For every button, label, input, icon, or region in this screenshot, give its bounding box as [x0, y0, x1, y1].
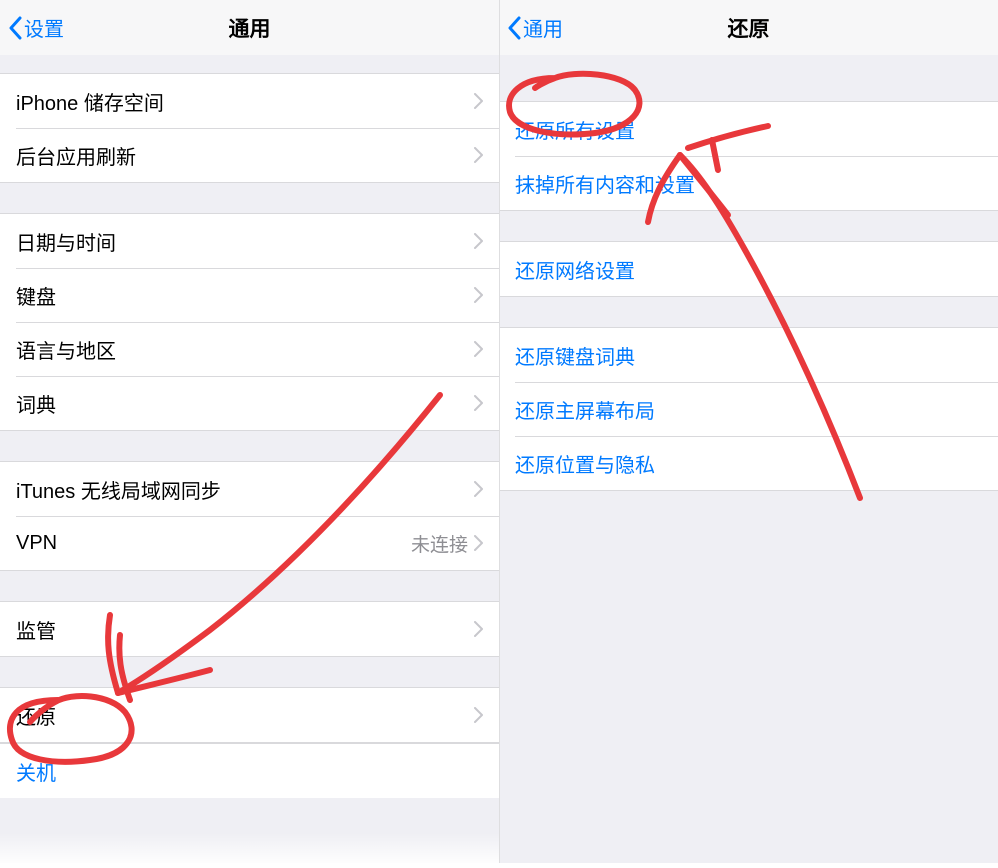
row-language-region[interactable]: 语言与地区: [0, 322, 499, 376]
row-reset-network[interactable]: 还原网络设置: [499, 242, 998, 296]
settings-group: 还原键盘词典 还原主屏幕布局 还原位置与隐私: [499, 327, 998, 491]
row-label: 键盘: [16, 281, 474, 310]
chevron-left-icon: [8, 16, 22, 40]
navbar: 设置 通用: [0, 0, 499, 55]
chevron-right-icon: [474, 707, 483, 723]
row-vpn[interactable]: VPN 未连接: [0, 516, 499, 570]
row-label: 词典: [16, 389, 474, 418]
reset-settings-screen: 通用 还原 还原所有设置 抹掉所有内容和设置 还原网络设置 还原键盘词典: [499, 0, 998, 863]
row-label: iTunes 无线局域网同步: [16, 475, 474, 504]
back-button[interactable]: 设置: [0, 13, 64, 42]
chevron-right-icon: [474, 535, 483, 551]
settings-group: iPhone 储存空间 后台应用刷新: [0, 73, 499, 183]
row-reset-home-layout[interactable]: 还原主屏幕布局: [499, 382, 998, 436]
row-label: 还原网络设置: [515, 255, 982, 284]
chevron-left-icon: [507, 16, 521, 40]
row-background-refresh[interactable]: 后台应用刷新: [0, 128, 499, 182]
chevron-right-icon: [474, 93, 483, 109]
row-itunes-wifi-sync[interactable]: iTunes 无线局域网同步: [0, 462, 499, 516]
row-label: 还原所有设置: [515, 115, 982, 144]
row-label: VPN: [16, 532, 411, 555]
row-label: 抹掉所有内容和设置: [515, 169, 982, 198]
chevron-right-icon: [474, 481, 483, 497]
row-label: 还原主屏幕布局: [515, 395, 982, 424]
row-label: 还原位置与隐私: [515, 449, 982, 478]
footer-group: 关机: [0, 743, 499, 798]
row-storage[interactable]: iPhone 储存空间: [0, 74, 499, 128]
row-dictionary[interactable]: 词典: [0, 376, 499, 430]
chevron-right-icon: [474, 287, 483, 303]
page-title: 还原: [499, 13, 998, 43]
list: iPhone 储存空间 后台应用刷新 日期与时间: [0, 55, 499, 863]
row-keyboard[interactable]: 键盘: [0, 268, 499, 322]
back-label: 设置: [24, 13, 64, 42]
chevron-right-icon: [474, 395, 483, 411]
row-label: 日期与时间: [16, 227, 474, 256]
screenshot-divider: [499, 0, 500, 863]
row-profile[interactable]: 监管: [0, 602, 499, 656]
back-button[interactable]: 通用: [499, 13, 563, 42]
row-shutdown[interactable]: 关机: [0, 744, 499, 798]
row-erase-all[interactable]: 抹掉所有内容和设置: [499, 156, 998, 210]
chevron-right-icon: [474, 147, 483, 163]
row-reset-keyboard-dict[interactable]: 还原键盘词典: [499, 328, 998, 382]
list: 还原所有设置 抹掉所有内容和设置 还原网络设置 还原键盘词典 还原主屏幕布局 还…: [499, 55, 998, 863]
chevron-right-icon: [474, 233, 483, 249]
settings-group: iTunes 无线局域网同步 VPN 未连接: [0, 461, 499, 571]
row-reset[interactable]: 还原: [0, 688, 499, 742]
row-reset-location-privacy[interactable]: 还原位置与隐私: [499, 436, 998, 490]
row-date-time[interactable]: 日期与时间: [0, 214, 499, 268]
settings-group: 还原网络设置: [499, 241, 998, 297]
back-label: 通用: [523, 13, 563, 42]
row-label: 还原: [16, 701, 474, 730]
row-reset-all-settings[interactable]: 还原所有设置: [499, 102, 998, 156]
row-label: 关机: [16, 757, 483, 786]
row-detail: 未连接: [411, 530, 468, 557]
page-title: 通用: [0, 13, 499, 43]
chevron-right-icon: [474, 341, 483, 357]
settings-group: 监管: [0, 601, 499, 657]
settings-group: 日期与时间 键盘 语言与地区 词典: [0, 213, 499, 431]
row-label: 还原键盘词典: [515, 341, 982, 370]
settings-group: 还原所有设置 抹掉所有内容和设置: [499, 101, 998, 211]
row-label: 监管: [16, 615, 474, 644]
general-settings-screen: 设置 通用 iPhone 储存空间 后台应用刷新 日期与时: [0, 0, 499, 863]
row-label: 后台应用刷新: [16, 141, 474, 170]
settings-group: 还原: [0, 687, 499, 743]
navbar: 通用 还原: [499, 0, 998, 55]
chevron-right-icon: [474, 621, 483, 637]
row-label: iPhone 储存空间: [16, 87, 474, 116]
row-label: 语言与地区: [16, 335, 474, 364]
